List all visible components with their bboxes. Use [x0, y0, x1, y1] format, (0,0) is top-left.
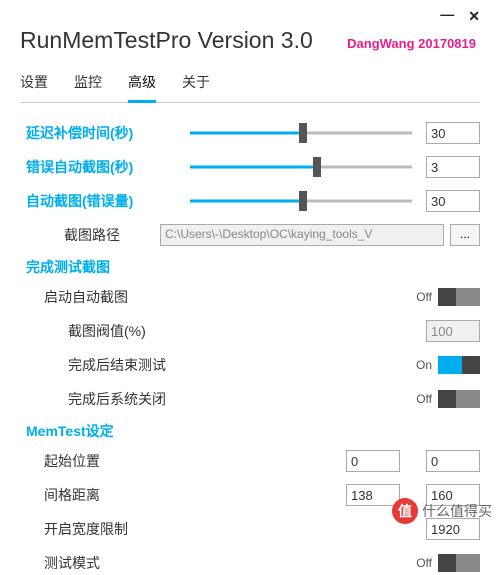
close-button[interactable]: ✕	[468, 8, 480, 25]
end-test-label: 完成后结束测试	[20, 355, 190, 375]
app-title: RunMemTestPro Version 3.0	[20, 27, 313, 54]
auto-screenshot-label: 启动自动截图	[20, 287, 190, 307]
auto-shot-input[interactable]	[426, 190, 480, 212]
gap-label: 间格距离	[20, 485, 190, 505]
auto-shot-label: 自动截图(错误量)	[20, 191, 190, 211]
shutdown-state: Off	[416, 392, 432, 406]
auto-screenshot-toggle[interactable]	[438, 288, 480, 306]
memtest-section-header: MemTest设定	[20, 421, 480, 441]
minimize-button[interactable]: —	[440, 6, 454, 23]
finish-section-header: 完成测试截图	[20, 257, 480, 277]
delay-comp-slider[interactable]	[190, 123, 412, 143]
tab-advanced[interactable]: 高级	[128, 72, 156, 103]
err-shot-input[interactable]	[426, 156, 480, 178]
tab-monitor[interactable]: 监控	[74, 72, 102, 102]
err-shot-slider[interactable]	[190, 157, 412, 177]
start-x-input[interactable]	[346, 450, 400, 472]
watermark-badge: 值	[392, 498, 418, 524]
start-y-input[interactable]	[426, 450, 480, 472]
browse-button[interactable]: ...	[450, 224, 480, 246]
end-test-toggle[interactable]	[438, 356, 480, 374]
width-limit-label: 开启宽度限制	[20, 519, 190, 539]
credit-text: DangWang 20170819	[347, 36, 476, 51]
tab-about[interactable]: 关于	[182, 72, 210, 102]
tab-settings[interactable]: 设置	[20, 72, 48, 102]
delay-comp-input[interactable]	[426, 122, 480, 144]
test-mode-label: 测试模式	[20, 553, 190, 573]
threshold-label: 截图阀值(%)	[20, 321, 190, 341]
auto-shot-slider[interactable]	[190, 191, 412, 211]
path-input[interactable]: C:\Users\-\Desktop\OC\kaying_tools_V	[160, 224, 444, 246]
path-label: 截图路径	[20, 225, 160, 245]
start-pos-label: 起始位置	[20, 451, 190, 471]
tab-bar: 设置 监控 高级 关于	[20, 72, 480, 103]
shutdown-toggle[interactable]	[438, 390, 480, 408]
shutdown-label: 完成后系统关闭	[20, 389, 190, 409]
delay-comp-label: 延迟补偿时间(秒)	[20, 123, 190, 143]
watermark-text: 什么值得买	[422, 501, 492, 521]
test-mode-toggle[interactable]	[438, 554, 480, 572]
auto-screenshot-state: Off	[416, 290, 432, 304]
end-test-state: On	[416, 358, 432, 372]
watermark: 值 什么值得买	[392, 498, 492, 524]
threshold-input	[426, 320, 480, 342]
test-mode-state: Off	[416, 556, 432, 570]
err-shot-label: 错误自动截图(秒)	[20, 157, 190, 177]
